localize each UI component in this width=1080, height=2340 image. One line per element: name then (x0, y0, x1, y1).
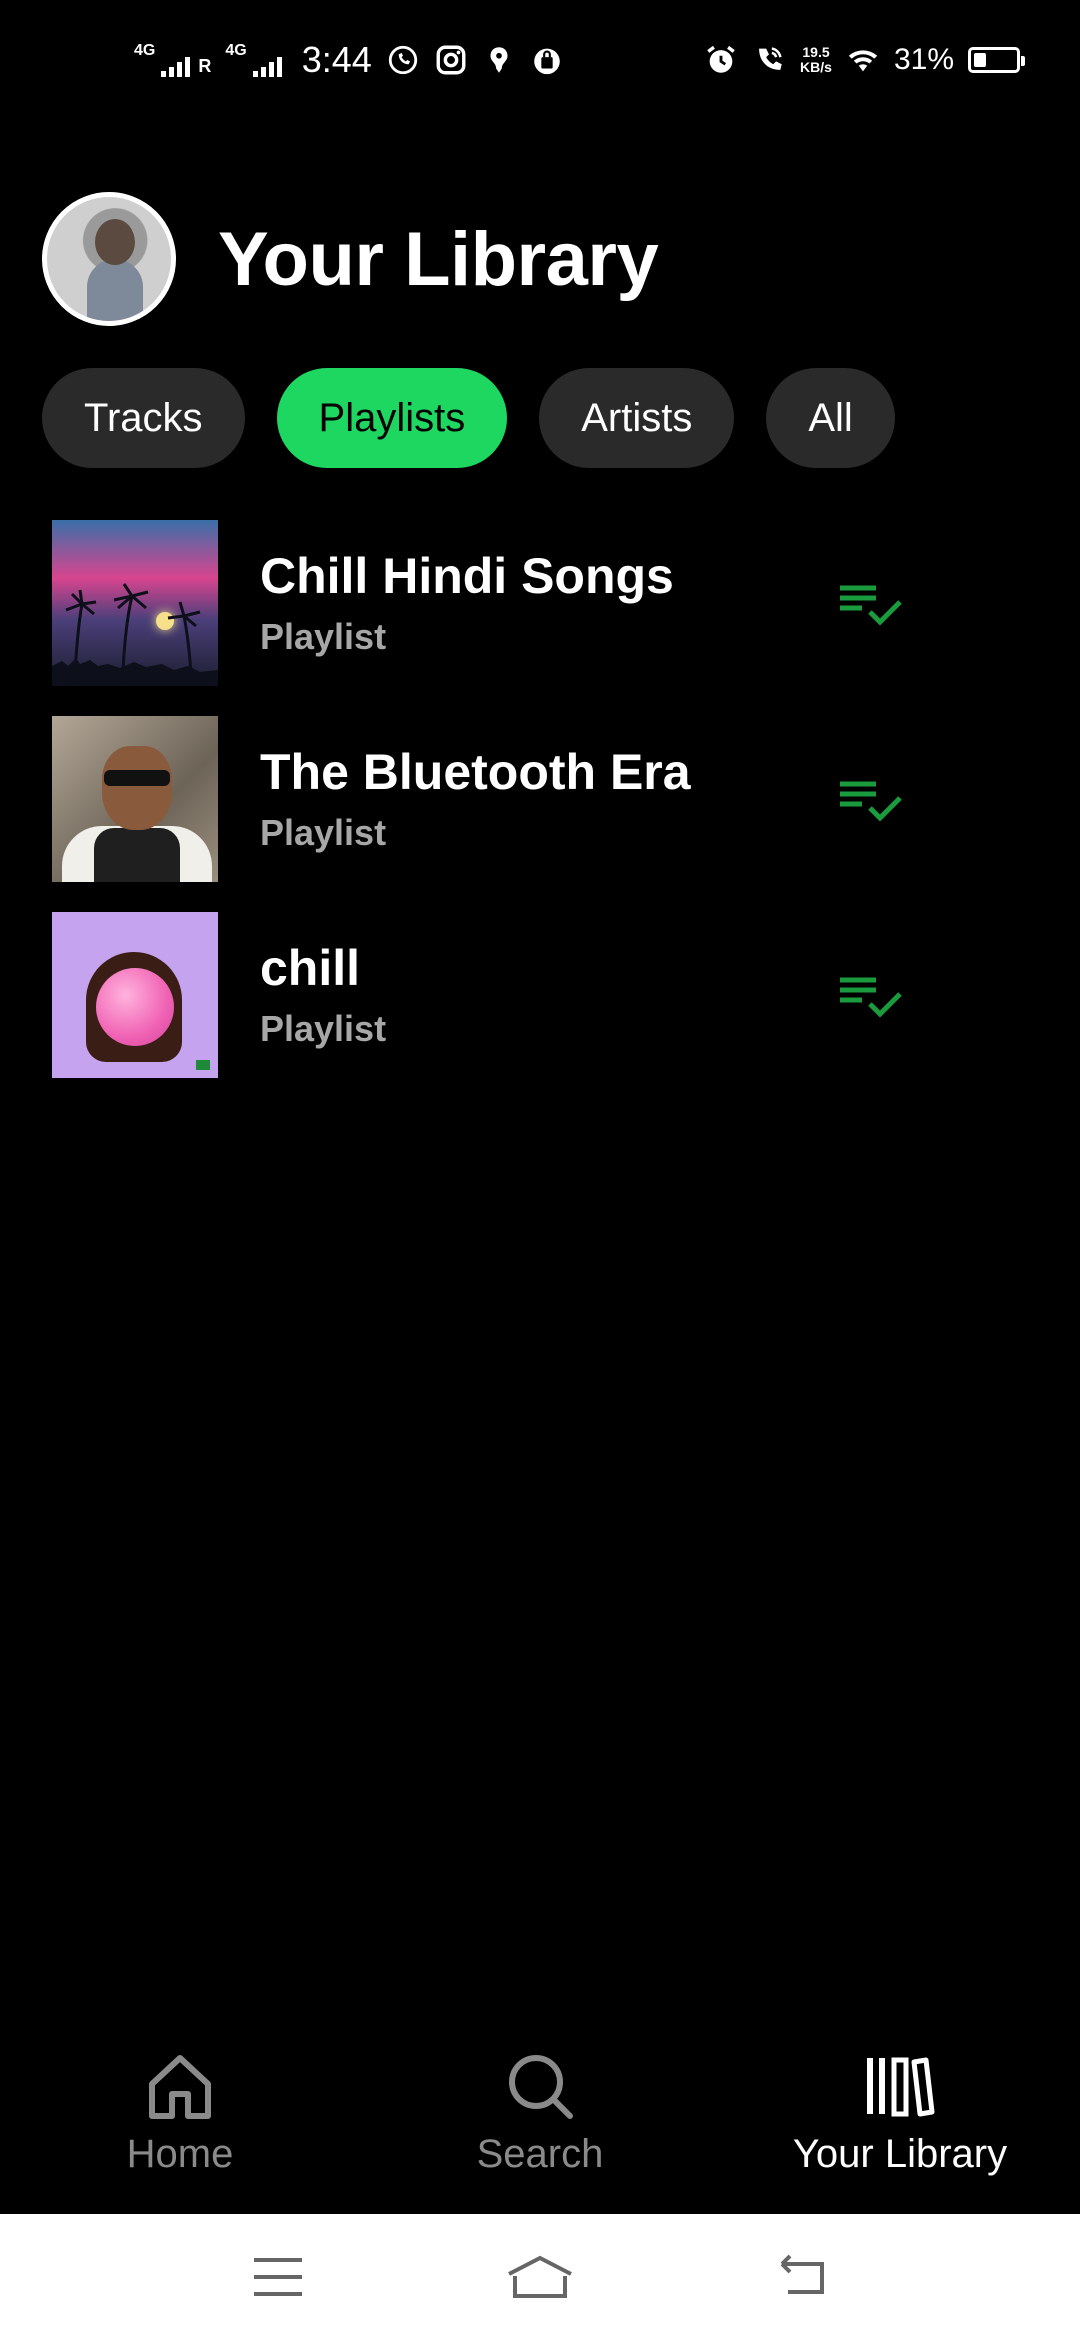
search-icon (509, 2055, 573, 2119)
shopping-bag-icon (534, 48, 560, 75)
app-icon (490, 47, 508, 73)
speed-unit: KB/s (800, 59, 832, 75)
playlist-subtitle: Playlist (260, 811, 387, 853)
playlist-cover-image (52, 912, 218, 1078)
playlist-title: Chill Hindi Songs (260, 547, 674, 604)
filter-chip-artists[interactable]: Artists (539, 368, 735, 468)
playlist-subtitle: Playlist (260, 1007, 387, 1049)
signal-bars-icon (161, 57, 191, 77)
network-type-2: 4G (225, 42, 247, 59)
menu-icon[interactable] (250, 2252, 306, 2302)
playlist-cover-image (52, 716, 218, 882)
added-to-library-icon[interactable] (836, 972, 906, 1022)
nav-home-label: Home (126, 2132, 234, 2176)
list-item-meta: The Bluetooth Era Playlist (260, 743, 1052, 854)
app-root: 4G R 4G 3:44 19.5 KB/s 31% Your Library … (0, 0, 1080, 2340)
home-icon[interactable] (505, 2252, 575, 2302)
battery-level (974, 53, 987, 67)
network-speed: 19.5 KB/s (800, 45, 832, 74)
filter-chips: Tracks Playlists Artists All (42, 368, 895, 468)
speed-value: 19.5 (802, 44, 830, 61)
nav-search-label: Search (476, 2132, 604, 2176)
playlist-list: Chill Hindi Songs Playlist The Bluetooth… (52, 520, 1052, 1108)
battery-percent: 31% (893, 43, 954, 76)
roaming-indicator: R (198, 56, 212, 76)
battery-icon (968, 47, 1025, 73)
filter-chip-all[interactable]: All (766, 368, 895, 468)
playlist-cover-image (52, 520, 218, 686)
status-right: 19.5 KB/s 31% (704, 43, 1025, 77)
clock: 3:44 (301, 39, 372, 80)
whatsapp-icon (388, 45, 417, 75)
page-title: Your Library (218, 216, 659, 302)
library-header: Your Library (42, 192, 659, 326)
signal-1: 4G R (134, 43, 211, 77)
signal-2: 4G (225, 42, 282, 77)
alarm-icon (707, 45, 735, 73)
system-nav-bar (0, 2214, 1080, 2340)
playlist-title: chill (260, 939, 361, 996)
signal-bars-icon (252, 57, 282, 77)
instagram-icon (436, 45, 466, 75)
nav-search[interactable]: Search (390, 2050, 690, 2177)
status-left: 4G R 4G 3:44 (134, 39, 564, 81)
bottom-nav: Home Search Your Library (0, 2030, 1080, 2214)
playlist-title: The Bluetooth Era (260, 743, 691, 800)
list-item[interactable]: chill Playlist (52, 912, 1052, 1078)
back-icon[interactable] (774, 2252, 830, 2302)
filter-chip-tracks[interactable]: Tracks (42, 368, 245, 468)
list-item[interactable]: The Bluetooth Era Playlist (52, 716, 1052, 882)
profile-avatar[interactable] (42, 192, 176, 326)
added-to-library-icon[interactable] (836, 776, 906, 826)
added-to-library-icon[interactable] (836, 580, 906, 630)
status-bar: 4G R 4G 3:44 19.5 KB/s 31% (0, 0, 1080, 120)
list-item[interactable]: Chill Hindi Songs Playlist (52, 520, 1052, 686)
library-icon (867, 2057, 935, 2117)
wifi-icon (848, 50, 878, 72)
nav-your-library[interactable]: Your Library (750, 2050, 1050, 2177)
list-item-meta: chill Playlist (260, 939, 1052, 1050)
nav-library-label: Your Library (792, 2132, 1008, 2176)
nav-home[interactable]: Home (30, 2050, 330, 2177)
wifi-call-icon (759, 47, 782, 70)
playlist-subtitle: Playlist (260, 615, 387, 657)
network-type-1: 4G (134, 42, 156, 59)
home-icon (149, 2055, 211, 2119)
list-item-meta: Chill Hindi Songs Playlist (260, 547, 1052, 658)
filter-chip-playlists[interactable]: Playlists (276, 368, 508, 468)
